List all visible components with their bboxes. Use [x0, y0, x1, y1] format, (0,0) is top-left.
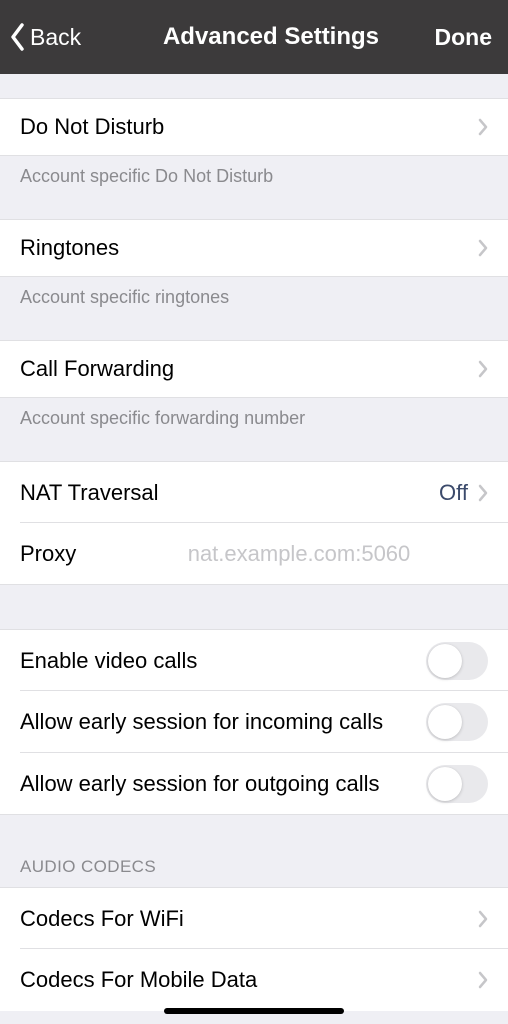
- chevron-right-icon: [478, 118, 488, 136]
- do-not-disturb-footer: Account specific Do Not Disturb: [0, 156, 508, 187]
- do-not-disturb-row[interactable]: Do Not Disturb: [0, 98, 508, 156]
- page-title: Advanced Settings: [120, 23, 422, 51]
- codecs-mobile-row[interactable]: Codecs For Mobile Data: [0, 949, 508, 1011]
- chevron-right-icon: [478, 484, 488, 502]
- early-session-incoming-switch[interactable]: [426, 703, 488, 741]
- switch-knob: [428, 705, 462, 739]
- early-session-incoming-row: Allow early session for incoming calls: [0, 691, 508, 753]
- nat-traversal-row[interactable]: NAT Traversal Off: [0, 461, 508, 523]
- switch-knob: [428, 767, 462, 801]
- enable-video-calls-switch[interactable]: [426, 642, 488, 680]
- spacer: [0, 585, 508, 629]
- do-not-disturb-label: Do Not Disturb: [20, 114, 164, 140]
- spacer: [0, 74, 508, 98]
- chevron-right-icon: [478, 910, 488, 928]
- codecs-mobile-label: Codecs For Mobile Data: [20, 967, 257, 993]
- ringtones-label: Ringtones: [20, 235, 119, 261]
- proxy-row: Proxy: [0, 523, 508, 585]
- chevron-left-icon: [10, 23, 26, 51]
- early-session-outgoing-switch[interactable]: [426, 765, 488, 803]
- early-session-incoming-label: Allow early session for incoming calls: [20, 709, 395, 735]
- early-session-outgoing-row: Allow early session for outgoing calls: [0, 753, 508, 815]
- spacer: [0, 429, 508, 461]
- nat-traversal-label: NAT Traversal: [20, 480, 159, 506]
- nat-traversal-value: Off: [439, 480, 468, 506]
- codecs-wifi-row[interactable]: Codecs For WiFi: [0, 887, 508, 949]
- chevron-right-icon: [478, 239, 488, 257]
- codecs-wifi-label: Codecs For WiFi: [20, 906, 184, 932]
- chevron-right-icon: [478, 971, 488, 989]
- proxy-input[interactable]: [110, 541, 488, 567]
- ringtones-footer: Account specific ringtones: [0, 277, 508, 308]
- back-button[interactable]: Back: [10, 23, 120, 51]
- switch-knob: [428, 644, 462, 678]
- chevron-right-icon: [478, 360, 488, 378]
- enable-video-calls-label: Enable video calls: [20, 648, 209, 674]
- ringtones-row[interactable]: Ringtones: [0, 219, 508, 277]
- audio-codecs-header: AUDIO CODECS: [0, 857, 508, 887]
- back-label: Back: [30, 24, 81, 51]
- spacer: [0, 308, 508, 340]
- spacer: [0, 187, 508, 219]
- call-forwarding-label: Call Forwarding: [20, 356, 174, 382]
- proxy-label: Proxy: [20, 541, 90, 567]
- content-scroll[interactable]: Do Not Disturb Account specific Do Not D…: [0, 74, 508, 1024]
- spacer: [0, 815, 508, 857]
- home-indicator[interactable]: [164, 1008, 344, 1014]
- call-forwarding-footer: Account specific forwarding number: [0, 398, 508, 429]
- early-session-outgoing-label: Allow early session for outgoing calls: [20, 771, 392, 797]
- done-button[interactable]: Done: [435, 24, 493, 50]
- navbar: Back Advanced Settings Done: [0, 0, 508, 74]
- enable-video-calls-row: Enable video calls: [0, 629, 508, 691]
- call-forwarding-row[interactable]: Call Forwarding: [0, 340, 508, 398]
